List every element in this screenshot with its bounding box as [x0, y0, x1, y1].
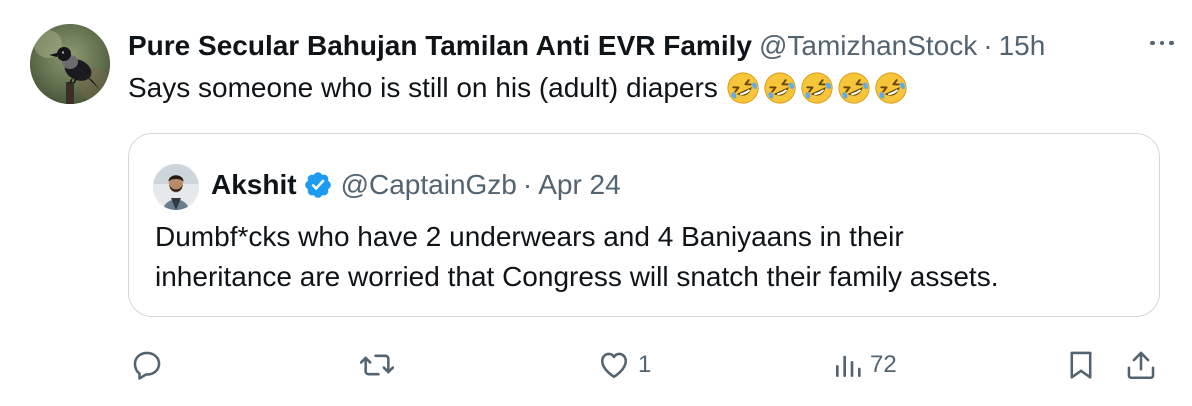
repost-icon: [359, 354, 395, 376]
reply-icon: [133, 351, 161, 380]
quoted-author-handle[interactable]: @CaptainGzb: [341, 169, 517, 201]
rolling-on-floor-laughing-emoji-icon: [727, 72, 759, 104]
author-display-name[interactable]: Pure Secular Bahujan Tamilan Anti EVR Fa…: [128, 26, 752, 66]
quoted-tweet-text: Dumbf*cks who have 2 underwears and 4 Ba…: [155, 217, 1135, 297]
more-dot: [1150, 40, 1155, 46]
more-options-icon[interactable]: [1142, 28, 1182, 58]
views-count: 72: [870, 351, 897, 378]
author-handle[interactable]: @TamizhanStock: [759, 26, 977, 66]
tweet-text: Says someone who is still on his (adult)…: [128, 68, 911, 108]
quoted-tweet-header: Akshit @CaptainGzb · Apr 24: [211, 165, 621, 205]
bookmark-button[interactable]: [1064, 340, 1098, 390]
tweet-header: Pure Secular Bahujan Tamilan Anti EVR Fa…: [128, 26, 1164, 66]
views-button[interactable]: 72: [832, 340, 897, 390]
more-dot: [1159, 40, 1165, 46]
quoted-header-separator: ·: [522, 169, 533, 200]
tweet-text-content: Says someone who is still on his (adult)…: [128, 72, 718, 103]
rolling-on-floor-laughing-emoji-icon: [838, 72, 870, 104]
emoji-row: [726, 71, 911, 105]
quoted-text-line: Dumbf*cks who have 2 underwears and 4 Ba…: [155, 221, 904, 252]
heart-icon: [600, 352, 628, 379]
action-bar: 1 72: [0, 340, 1192, 390]
rolling-on-floor-laughing-emoji-icon: [875, 72, 907, 104]
person-avatar-image: [153, 164, 199, 210]
rolling-on-floor-laughing-emoji-icon: [801, 72, 833, 104]
tweet-timestamp[interactable]: 15h: [999, 26, 1046, 66]
verified-badge-icon: [304, 172, 331, 198]
quoted-author-avatar[interactable]: [153, 164, 199, 210]
bookmark-icon: [1070, 351, 1092, 379]
crow-avatar-image: [30, 24, 110, 104]
views-icon: [836, 355, 861, 377]
rolling-on-floor-laughing-emoji-icon: [764, 72, 796, 104]
repost-button[interactable]: [358, 340, 402, 390]
author-avatar[interactable]: [30, 24, 110, 104]
quoted-text-line: inheritance are worried that Congress wi…: [155, 261, 999, 292]
reply-button[interactable]: [130, 340, 170, 390]
tweet[interactable]: Pure Secular Bahujan Tamilan Anti EVR Fa…: [0, 0, 1192, 406]
header-separator: ·: [983, 30, 993, 61]
quoted-tweet-date[interactable]: Apr 24: [538, 169, 621, 201]
share-button[interactable]: [1124, 340, 1158, 390]
share-icon: [1127, 351, 1155, 380]
quoted-tweet-card[interactable]: Akshit @CaptainGzb · Apr 24 Dumbf*cks wh…: [128, 133, 1160, 317]
like-count: 1: [638, 351, 652, 378]
quoted-author-display-name[interactable]: Akshit: [211, 169, 297, 201]
like-button[interactable]: 1: [596, 340, 651, 390]
more-dot: [1169, 40, 1174, 46]
